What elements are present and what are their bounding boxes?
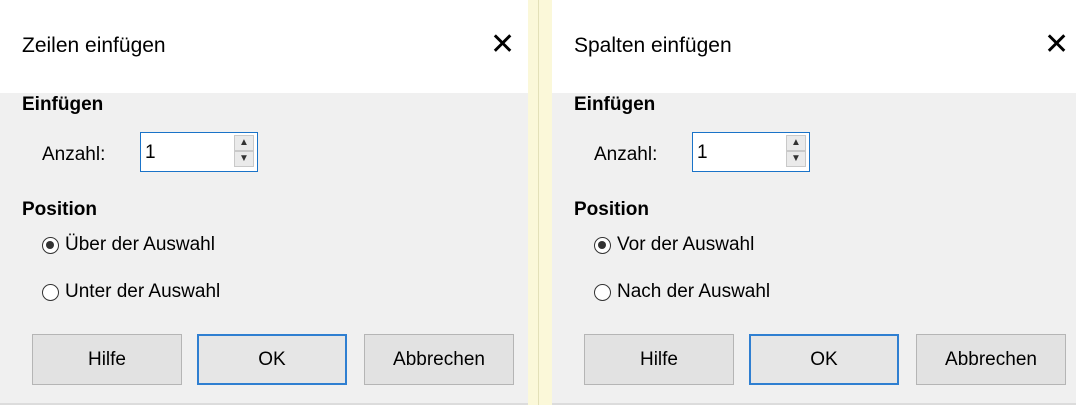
- dialog-title: Zeilen einfügen: [22, 34, 166, 57]
- chevron-down-icon[interactable]: ▼: [234, 151, 254, 167]
- radio-checked-icon[interactable]: [594, 236, 611, 254]
- insert-rows-dialog: Zeilen einfügen ✕ Einfügen Anzahl: 1 ▲ ▼…: [0, 0, 528, 405]
- ok-button[interactable]: OK: [749, 334, 899, 385]
- radio-label[interactable]: Unter der Auswahl: [65, 281, 220, 303]
- divider: [538, 0, 539, 405]
- dialog-title: Spalten einfügen: [574, 34, 732, 57]
- help-button[interactable]: Hilfe: [584, 334, 734, 385]
- radio-before-selection[interactable]: Vor der Auswahl: [594, 234, 754, 256]
- radio-unchecked-icon[interactable]: [594, 283, 611, 301]
- count-value[interactable]: 1: [697, 142, 708, 164]
- chevron-up-icon[interactable]: ▲: [234, 135, 254, 151]
- help-button[interactable]: Hilfe: [32, 334, 182, 385]
- insert-section-heading: Einfügen: [574, 94, 656, 115]
- radio-above-selection[interactable]: Über der Auswahl: [42, 234, 215, 256]
- insert-section-heading: Einfügen: [22, 94, 104, 115]
- close-icon[interactable]: ✕: [490, 30, 515, 60]
- radio-label[interactable]: Vor der Auswahl: [617, 234, 754, 256]
- radio-below-selection[interactable]: Unter der Auswahl: [42, 281, 220, 303]
- insert-columns-dialog: Spalten einfügen ✕ Einfügen Anzahl: 1 ▲ …: [552, 0, 1076, 405]
- radio-unchecked-icon[interactable]: [42, 283, 59, 301]
- cancel-button[interactable]: Abbrechen: [364, 334, 514, 385]
- count-stepper[interactable]: 1 ▲ ▼: [692, 132, 810, 172]
- chevron-down-icon[interactable]: ▼: [786, 151, 806, 167]
- position-section-heading: Position: [574, 199, 649, 220]
- count-label: Anzahl:: [594, 144, 658, 165]
- radio-label[interactable]: Nach der Auswahl: [617, 281, 770, 303]
- radio-label[interactable]: Über der Auswahl: [65, 234, 215, 256]
- cancel-button[interactable]: Abbrechen: [916, 334, 1066, 385]
- count-value[interactable]: 1: [145, 142, 156, 164]
- ok-button[interactable]: OK: [197, 334, 347, 385]
- close-icon[interactable]: ✕: [1044, 30, 1069, 60]
- radio-checked-icon[interactable]: [42, 236, 59, 254]
- position-section-heading: Position: [22, 199, 97, 220]
- count-stepper[interactable]: 1 ▲ ▼: [140, 132, 258, 172]
- radio-after-selection[interactable]: Nach der Auswahl: [594, 281, 770, 303]
- chevron-up-icon[interactable]: ▲: [786, 135, 806, 151]
- count-label: Anzahl:: [42, 144, 106, 165]
